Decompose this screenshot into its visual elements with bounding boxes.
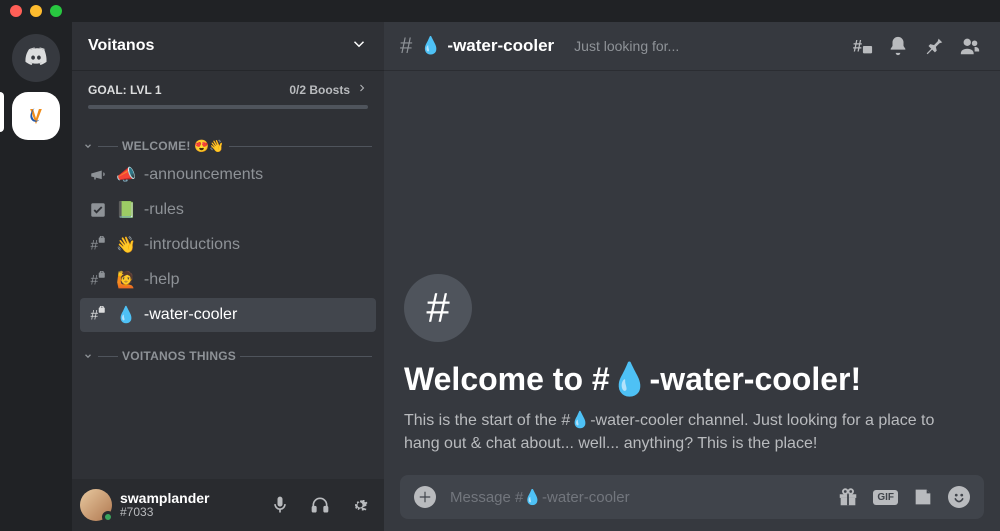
channel-water-cooler[interactable]: # 💧 -water-cooler — [80, 298, 376, 332]
hash-lock-icon: # — [88, 236, 108, 254]
chevron-down-icon — [82, 351, 94, 361]
svg-text:#: # — [91, 308, 99, 323]
channel-header: # 💧 -water-cooler Just looking for... # — [384, 22, 1000, 70]
channel-emoji: 👋 — [116, 235, 136, 255]
boost-goal-label: GOAL: LVL 1 — [88, 83, 162, 97]
hash-icon: # — [400, 33, 412, 59]
user-text[interactable]: swamplander #7033 — [120, 491, 256, 520]
category-line — [98, 146, 118, 147]
channel-emoji: 📗 — [116, 200, 136, 220]
channel-rules[interactable]: 📗 -rules — [80, 193, 376, 227]
channel-label: -introductions — [144, 236, 240, 254]
gif-button[interactable]: GIF — [873, 490, 898, 505]
channel-introductions[interactable]: # 👋 -introductions — [80, 228, 376, 262]
sticker-button[interactable] — [912, 486, 934, 508]
category-welcome[interactable]: WELCOME! 😍👋 — [80, 123, 376, 157]
channel-announcements[interactable]: 📣 -announcements — [80, 158, 376, 192]
boost-count: 0/2 Boosts — [289, 83, 350, 97]
threads-button[interactable]: # — [848, 32, 876, 60]
mute-button[interactable] — [264, 489, 296, 521]
checkmark-icon — [88, 201, 108, 219]
chevron-down-icon — [82, 141, 94, 151]
category-line — [240, 356, 372, 357]
app-body: Voitanos GOAL: LVL 1 0/2 Boosts — [0, 22, 1000, 531]
titlebar — [0, 0, 1000, 22]
chevron-right-icon — [356, 82, 368, 97]
emoji-button[interactable] — [948, 486, 970, 508]
message-input[interactable]: GIF — [400, 475, 984, 519]
boost-bar[interactable]: GOAL: LVL 1 0/2 Boosts — [72, 70, 384, 119]
main-panel: # 💧 -water-cooler Just looking for... # — [384, 22, 1000, 531]
message-area: # Welcome to #💧-water-cooler! This is th… — [384, 70, 1000, 475]
active-server-item[interactable] — [0, 92, 72, 140]
chevron-down-icon — [350, 35, 368, 58]
category-label: WELCOME! 😍👋 — [122, 139, 225, 153]
welcome-description: This is the start of the #💧-water-cooler… — [404, 410, 964, 455]
channel-name-text: -water-cooler — [447, 36, 554, 56]
welcome-hash-icon: # — [404, 274, 472, 342]
channel-label: -help — [144, 271, 180, 289]
channel-label: -rules — [144, 201, 184, 219]
status-online-icon — [102, 511, 114, 523]
active-server-indicator — [0, 92, 4, 132]
channel-emoji: 💧 — [420, 36, 441, 56]
megaphone-icon — [88, 166, 108, 184]
svg-text:#: # — [853, 38, 862, 56]
channel-label: -announcements — [144, 166, 263, 184]
home-server-item[interactable] — [0, 34, 72, 82]
category-line — [229, 146, 372, 147]
server-header[interactable]: Voitanos — [72, 22, 384, 70]
channel-emoji: 📣 — [116, 165, 136, 185]
voitanos-server-icon[interactable] — [12, 92, 60, 140]
settings-button[interactable] — [344, 489, 376, 521]
hash-lock-icon: # — [88, 306, 108, 324]
members-button[interactable] — [956, 32, 984, 60]
category-line — [98, 356, 118, 357]
channel-sidebar: Voitanos GOAL: LVL 1 0/2 Boosts — [72, 22, 384, 531]
avatar[interactable] — [80, 489, 112, 521]
window-maximize-button[interactable] — [50, 5, 62, 17]
welcome-title: Welcome to #💧-water-cooler! — [404, 360, 980, 398]
notifications-button[interactable] — [884, 32, 912, 60]
deafen-button[interactable] — [304, 489, 336, 521]
category-voitanos-things[interactable]: VOITANOS THINGS — [80, 333, 376, 367]
pinned-button[interactable] — [920, 32, 948, 60]
channel-label: -water-cooler — [144, 306, 237, 324]
hash-lock-icon: # — [88, 271, 108, 289]
server-rail — [0, 22, 72, 531]
category-label: VOITANOS THINGS — [122, 349, 236, 363]
message-input-wrap: GIF — [384, 475, 1000, 531]
discriminator: #7033 — [120, 506, 256, 519]
gift-button[interactable] — [837, 486, 859, 508]
discord-home-icon[interactable] — [12, 34, 60, 82]
message-text-input[interactable] — [450, 489, 823, 506]
header-channel-name: 💧 -water-cooler — [420, 36, 554, 56]
boost-progress-track — [88, 105, 368, 109]
svg-text:#: # — [91, 273, 99, 288]
user-panel: swamplander #7033 — [72, 479, 384, 531]
channel-topic[interactable]: Just looking for... — [574, 38, 679, 54]
channel-emoji: 💧 — [116, 305, 136, 325]
window-minimize-button[interactable] — [30, 5, 42, 17]
welcome-block: # Welcome to #💧-water-cooler! This is th… — [404, 274, 980, 475]
svg-text:#: # — [91, 238, 99, 253]
attach-button[interactable] — [414, 486, 436, 508]
channel-help[interactable]: # 🙋 -help — [80, 263, 376, 297]
channel-emoji: 🙋 — [116, 270, 136, 290]
username: swamplander — [120, 491, 256, 506]
window-close-button[interactable] — [10, 5, 22, 17]
server-name: Voitanos — [88, 37, 154, 55]
channel-list: WELCOME! 😍👋 📣 -announcements 📗 -rules — [72, 119, 384, 479]
